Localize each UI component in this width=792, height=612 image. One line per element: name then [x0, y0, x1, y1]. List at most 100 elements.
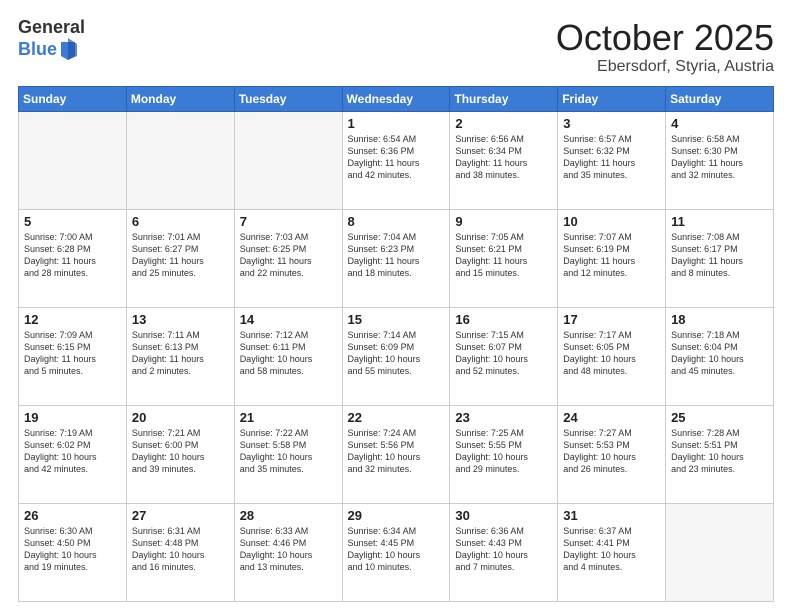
day-info: Sunrise: 7:17 AM Sunset: 6:05 PM Dayligh… — [563, 329, 660, 378]
day-number: 28 — [240, 508, 337, 523]
day-info: Sunrise: 7:00 AM Sunset: 6:28 PM Dayligh… — [24, 231, 121, 280]
day-cell: 27 Sunrise: 6:31 AM Sunset: 4:48 PM Dayli… — [126, 503, 234, 601]
day-cell: 5 Sunrise: 7:00 AM Sunset: 6:28 PM Daylig… — [19, 209, 127, 307]
day-info: Sunrise: 7:08 AM Sunset: 6:17 PM Dayligh… — [671, 231, 768, 280]
day-info: Sunrise: 7:22 AM Sunset: 5:58 PM Dayligh… — [240, 427, 337, 476]
day-info: Sunrise: 7:28 AM Sunset: 5:51 PM Dayligh… — [671, 427, 768, 476]
day-cell: 23 Sunrise: 7:25 AM Sunset: 5:55 PM Dayli… — [450, 405, 558, 503]
day-info: Sunrise: 7:11 AM Sunset: 6:13 PM Dayligh… — [132, 329, 229, 378]
day-number: 9 — [455, 214, 552, 229]
day-cell: 11 Sunrise: 7:08 AM Sunset: 6:17 PM Dayli… — [666, 209, 774, 307]
day-number: 13 — [132, 312, 229, 327]
logo-text: General Blue — [18, 18, 85, 62]
day-cell: 4 Sunrise: 6:58 AM Sunset: 6:30 PM Daylig… — [666, 111, 774, 209]
th-saturday: Saturday — [666, 86, 774, 111]
day-info: Sunrise: 6:56 AM Sunset: 6:34 PM Dayligh… — [455, 133, 552, 182]
th-thursday: Thursday — [450, 86, 558, 111]
day-info: Sunrise: 6:33 AM Sunset: 4:46 PM Dayligh… — [240, 525, 337, 574]
day-cell: 25Sunrise: 7:28 AM Sunset: 5:51 PM Dayli… — [666, 405, 774, 503]
day-number: 17 — [563, 312, 660, 327]
day-number: 2 — [455, 116, 552, 131]
logo-icon — [59, 38, 77, 60]
day-cell: 31Sunrise: 6:37 AM Sunset: 4:41 PM Dayli… — [558, 503, 666, 601]
day-cell: 17 Sunrise: 7:17 AM Sunset: 6:05 PM Dayli… — [558, 307, 666, 405]
header: General Blue October 2025 Ebersdorf, Sty… — [18, 18, 774, 76]
day-cell: 21Sunrise: 7:22 AM Sunset: 5:58 PM Dayli… — [234, 405, 342, 503]
day-cell: 24 Sunrise: 7:27 AM Sunset: 5:53 PM Dayli… — [558, 405, 666, 503]
day-number: 8 — [348, 214, 445, 229]
th-tuesday: Tuesday — [234, 86, 342, 111]
day-number: 26 — [24, 508, 121, 523]
day-number: 29 — [348, 508, 445, 523]
day-info: Sunrise: 7:09 AM Sunset: 6:15 PM Dayligh… — [24, 329, 121, 378]
day-cell: 18Sunrise: 7:18 AM Sunset: 6:04 PM Dayli… — [666, 307, 774, 405]
day-number: 11 — [671, 214, 768, 229]
day-number: 6 — [132, 214, 229, 229]
day-info: Sunrise: 7:12 AM Sunset: 6:11 PM Dayligh… — [240, 329, 337, 378]
day-number: 1 — [348, 116, 445, 131]
day-cell: 2 Sunrise: 6:56 AM Sunset: 6:34 PM Daylig… — [450, 111, 558, 209]
day-cell — [19, 111, 127, 209]
week-row-2: 5 Sunrise: 7:00 AM Sunset: 6:28 PM Daylig… — [19, 209, 774, 307]
day-info: Sunrise: 7:01 AM Sunset: 6:27 PM Dayligh… — [132, 231, 229, 280]
week-row-5: 26 Sunrise: 6:30 AM Sunset: 4:50 PM Dayli… — [19, 503, 774, 601]
day-info: Sunrise: 7:19 AM Sunset: 6:02 PM Dayligh… — [24, 427, 121, 476]
day-cell: 12 Sunrise: 7:09 AM Sunset: 6:15 PM Dayli… — [19, 307, 127, 405]
day-info: Sunrise: 6:37 AM Sunset: 4:41 PM Dayligh… — [563, 525, 660, 574]
day-info: Sunrise: 7:03 AM Sunset: 6:25 PM Dayligh… — [240, 231, 337, 280]
day-cell: 16 Sunrise: 7:15 AM Sunset: 6:07 PM Dayli… — [450, 307, 558, 405]
day-number: 10 — [563, 214, 660, 229]
day-number: 15 — [348, 312, 445, 327]
day-cell: 29Sunrise: 6:34 AM Sunset: 4:45 PM Dayli… — [342, 503, 450, 601]
day-info: Sunrise: 7:27 AM Sunset: 5:53 PM Dayligh… — [563, 427, 660, 476]
day-number: 3 — [563, 116, 660, 131]
location: Ebersdorf, Styria, Austria — [556, 58, 774, 76]
day-cell: 22Sunrise: 7:24 AM Sunset: 5:56 PM Dayli… — [342, 405, 450, 503]
day-info: Sunrise: 6:30 AM Sunset: 4:50 PM Dayligh… — [24, 525, 121, 574]
page: General Blue October 2025 Ebersdorf, Sty… — [0, 0, 792, 612]
day-info: Sunrise: 6:31 AM Sunset: 4:48 PM Dayligh… — [132, 525, 229, 574]
day-number: 4 — [671, 116, 768, 131]
day-number: 24 — [563, 410, 660, 425]
day-cell: 6 Sunrise: 7:01 AM Sunset: 6:27 PM Daylig… — [126, 209, 234, 307]
week-row-3: 12 Sunrise: 7:09 AM Sunset: 6:15 PM Dayli… — [19, 307, 774, 405]
day-info: Sunrise: 7:24 AM Sunset: 5:56 PM Dayligh… — [348, 427, 445, 476]
th-sunday: Sunday — [19, 86, 127, 111]
day-info: Sunrise: 7:15 AM Sunset: 6:07 PM Dayligh… — [455, 329, 552, 378]
day-number: 7 — [240, 214, 337, 229]
day-info: Sunrise: 7:18 AM Sunset: 6:04 PM Dayligh… — [671, 329, 768, 378]
day-info: Sunrise: 7:04 AM Sunset: 6:23 PM Dayligh… — [348, 231, 445, 280]
day-cell — [234, 111, 342, 209]
title-block: October 2025 Ebersdorf, Styria, Austria — [556, 18, 774, 76]
day-info: Sunrise: 7:25 AM Sunset: 5:55 PM Dayligh… — [455, 427, 552, 476]
logo-blue: Blue — [18, 40, 57, 60]
day-cell: 26 Sunrise: 6:30 AM Sunset: 4:50 PM Dayli… — [19, 503, 127, 601]
day-cell: 3Sunrise: 6:57 AM Sunset: 6:32 PM Daylig… — [558, 111, 666, 209]
day-number: 16 — [455, 312, 552, 327]
day-number: 20 — [132, 410, 229, 425]
day-cell: 15Sunrise: 7:14 AM Sunset: 6:09 PM Dayli… — [342, 307, 450, 405]
day-cell: 9Sunrise: 7:05 AM Sunset: 6:21 PM Daylig… — [450, 209, 558, 307]
day-number: 19 — [24, 410, 121, 425]
th-monday: Monday — [126, 86, 234, 111]
day-info: Sunrise: 7:07 AM Sunset: 6:19 PM Dayligh… — [563, 231, 660, 280]
calendar-body: 1 Sunrise: 6:54 AM Sunset: 6:36 PM Daylig… — [19, 111, 774, 601]
day-cell: 1 Sunrise: 6:54 AM Sunset: 6:36 PM Daylig… — [342, 111, 450, 209]
day-info: Sunrise: 7:21 AM Sunset: 6:00 PM Dayligh… — [132, 427, 229, 476]
logo: General Blue — [18, 18, 85, 62]
th-friday: Friday — [558, 86, 666, 111]
th-wednesday: Wednesday — [342, 86, 450, 111]
day-info: Sunrise: 6:58 AM Sunset: 6:30 PM Dayligh… — [671, 133, 768, 182]
day-number: 12 — [24, 312, 121, 327]
day-number: 23 — [455, 410, 552, 425]
day-cell: 7 Sunrise: 7:03 AM Sunset: 6:25 PM Daylig… — [234, 209, 342, 307]
day-cell: 20 Sunrise: 7:21 AM Sunset: 6:00 PM Dayli… — [126, 405, 234, 503]
day-number: 5 — [24, 214, 121, 229]
month-title: October 2025 — [556, 18, 774, 58]
day-cell: 30Sunrise: 6:36 AM Sunset: 4:43 PM Dayli… — [450, 503, 558, 601]
day-number: 30 — [455, 508, 552, 523]
day-cell — [126, 111, 234, 209]
day-info: Sunrise: 6:54 AM Sunset: 6:36 PM Dayligh… — [348, 133, 445, 182]
day-number: 27 — [132, 508, 229, 523]
day-cell: 13 Sunrise: 7:11 AM Sunset: 6:13 PM Dayli… — [126, 307, 234, 405]
